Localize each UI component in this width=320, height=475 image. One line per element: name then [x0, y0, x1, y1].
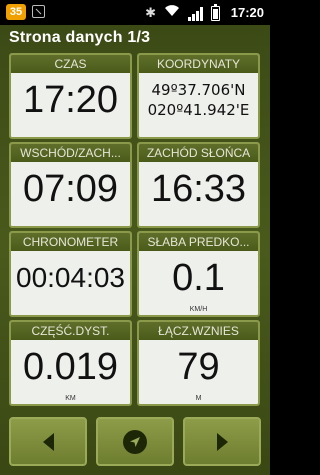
- bottom-nav: [9, 417, 261, 466]
- field-label: CZĘŚĆ.DYST.: [11, 322, 130, 340]
- navigate-icon: [123, 429, 147, 454]
- field-value: 17:20: [22, 78, 119, 121]
- field-label: SŁABA PREDKO...: [139, 233, 258, 251]
- field-value: 07:09: [22, 167, 119, 210]
- field-value: 0.019: [22, 345, 119, 388]
- field-unit: KM: [65, 395, 76, 402]
- field-chronometer[interactable]: CHRONOMETER 00:04:03: [9, 231, 132, 317]
- coordinates-value: 49º37.706'N 020º41.942'E: [139, 75, 258, 125]
- signal-icon: [188, 7, 203, 21]
- field-time[interactable]: CZAS 17:20: [9, 53, 132, 139]
- field-value: 16:33: [150, 167, 247, 210]
- field-sunrise[interactable]: WSCHÓD/ZACH... 07:09: [9, 142, 132, 228]
- field-coordinates[interactable]: KOORDYNATY 49º37.706'N 020º41.942'E: [137, 53, 260, 139]
- data-fields-grid: CZAS 17:20 KOORDYNATY 49º37.706'N 020º41…: [9, 53, 261, 409]
- notification-badge: 35: [6, 4, 26, 20]
- field-value: 79: [177, 345, 220, 388]
- status-bar: 35 ✱ 17:20: [0, 0, 270, 25]
- latitude: 49º37.706'N: [151, 81, 246, 99]
- field-value: 0.1: [172, 256, 225, 299]
- longitude: 020º41.942'E: [147, 101, 250, 119]
- field-speed[interactable]: SŁABA PREDKO... 0.1 KM/H: [137, 231, 260, 317]
- arrow-left-icon: [42, 432, 54, 451]
- field-label: KOORDYNATY: [139, 55, 258, 73]
- page-title: Strona danych 1/3: [9, 29, 151, 46]
- battery-icon: [211, 4, 220, 21]
- wifi-icon: [164, 3, 180, 21]
- field-label: CHRONOMETER: [11, 233, 130, 251]
- field-label: CZAS: [11, 55, 130, 73]
- field-trip-distance[interactable]: CZĘŚĆ.DYST. 0.019 KM: [9, 320, 132, 406]
- mute-icon: ✱: [145, 5, 156, 20]
- arrow-right-icon: [216, 432, 228, 451]
- status-icons: ✱: [145, 4, 220, 21]
- navigate-button[interactable]: [96, 417, 174, 466]
- field-unit: KM/H: [189, 306, 208, 313]
- field-unit: M: [195, 395, 202, 402]
- field-label: ZACHÓD SŁOŃCA: [139, 144, 258, 162]
- field-sunset[interactable]: ZACHÓD SŁOŃCA 16:33: [137, 142, 260, 228]
- field-label: ŁĄCZ.WZNIES: [139, 322, 258, 340]
- data-page-screen: Strona danych 1/3 CZAS 17:20 KOORDYNATY …: [0, 25, 270, 475]
- field-value: 00:04:03: [16, 262, 125, 293]
- notification-icon: [32, 5, 45, 18]
- field-total-ascent[interactable]: ŁĄCZ.WZNIES 79 M: [137, 320, 260, 406]
- next-page-button[interactable]: [183, 417, 261, 466]
- field-label: WSCHÓD/ZACH...: [11, 144, 130, 162]
- previous-page-button[interactable]: [9, 417, 87, 466]
- status-time: 17:20: [230, 5, 264, 20]
